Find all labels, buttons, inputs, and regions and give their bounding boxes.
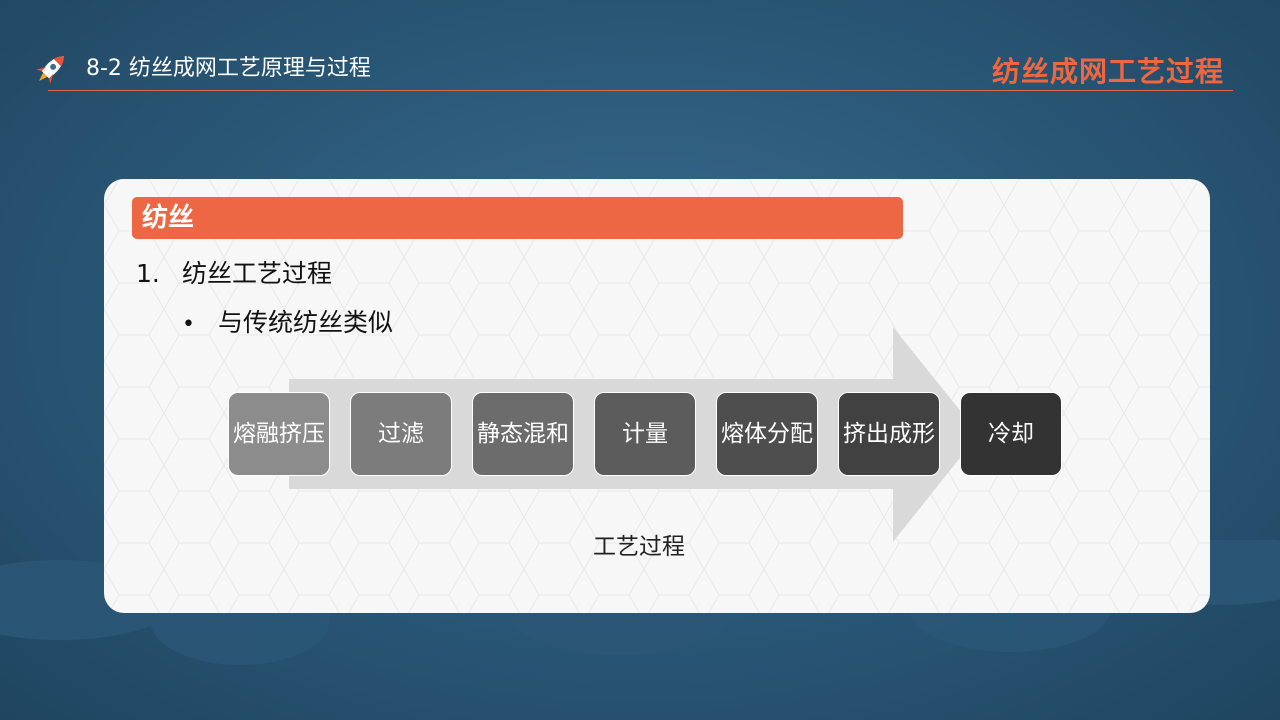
content-card: 纺丝 1. 纺丝工艺过程 • 与传统纺丝类似 熔融挤压 过滤 静态混和 计量 熔体分配 挤出成… bbox=[104, 179, 1210, 613]
process-step[interactable]: 挤出成形 bbox=[838, 392, 940, 476]
process-step-label: 熔体分配 bbox=[721, 421, 813, 447]
process-step-label: 计量 bbox=[622, 421, 668, 447]
flow-caption: 工艺过程 bbox=[593, 534, 685, 560]
section-title: 8-2 纺丝成网工艺原理与过程 bbox=[86, 56, 371, 81]
process-step-label: 挤出成形 bbox=[843, 421, 935, 447]
process-step-label: 熔融挤压 bbox=[233, 421, 325, 447]
heading-bar: 纺丝 bbox=[132, 197, 903, 239]
process-step[interactable]: 过滤 bbox=[350, 392, 452, 476]
process-step-label: 冷却 bbox=[988, 421, 1034, 447]
process-step[interactable]: 熔体分配 bbox=[716, 392, 818, 476]
process-step[interactable]: 计量 bbox=[594, 392, 696, 476]
process-step-label: 静态混和 bbox=[477, 421, 569, 447]
heading-text: 纺丝 bbox=[142, 203, 195, 233]
rocket-icon bbox=[36, 56, 64, 84]
process-step[interactable]: 熔融挤压 bbox=[228, 392, 330, 476]
process-step[interactable]: 冷却 bbox=[960, 392, 1062, 476]
list-number: 1. bbox=[136, 259, 160, 288]
header-divider bbox=[48, 90, 1233, 91]
numbered-list-item: 1. 纺丝工艺过程 bbox=[136, 257, 332, 291]
list-text: 纺丝工艺过程 bbox=[182, 259, 333, 288]
topic-title: 纺丝成网工艺过程 bbox=[991, 55, 1224, 88]
slide: 8-2 纺丝成网工艺原理与过程 纺丝成网工艺过程 纺丝 1. 纺丝工艺过程 • 与传… bbox=[0, 0, 1280, 720]
process-step-label: 过滤 bbox=[378, 421, 424, 447]
bullet-marker: • bbox=[182, 312, 195, 337]
process-step[interactable]: 静态混和 bbox=[472, 392, 574, 476]
